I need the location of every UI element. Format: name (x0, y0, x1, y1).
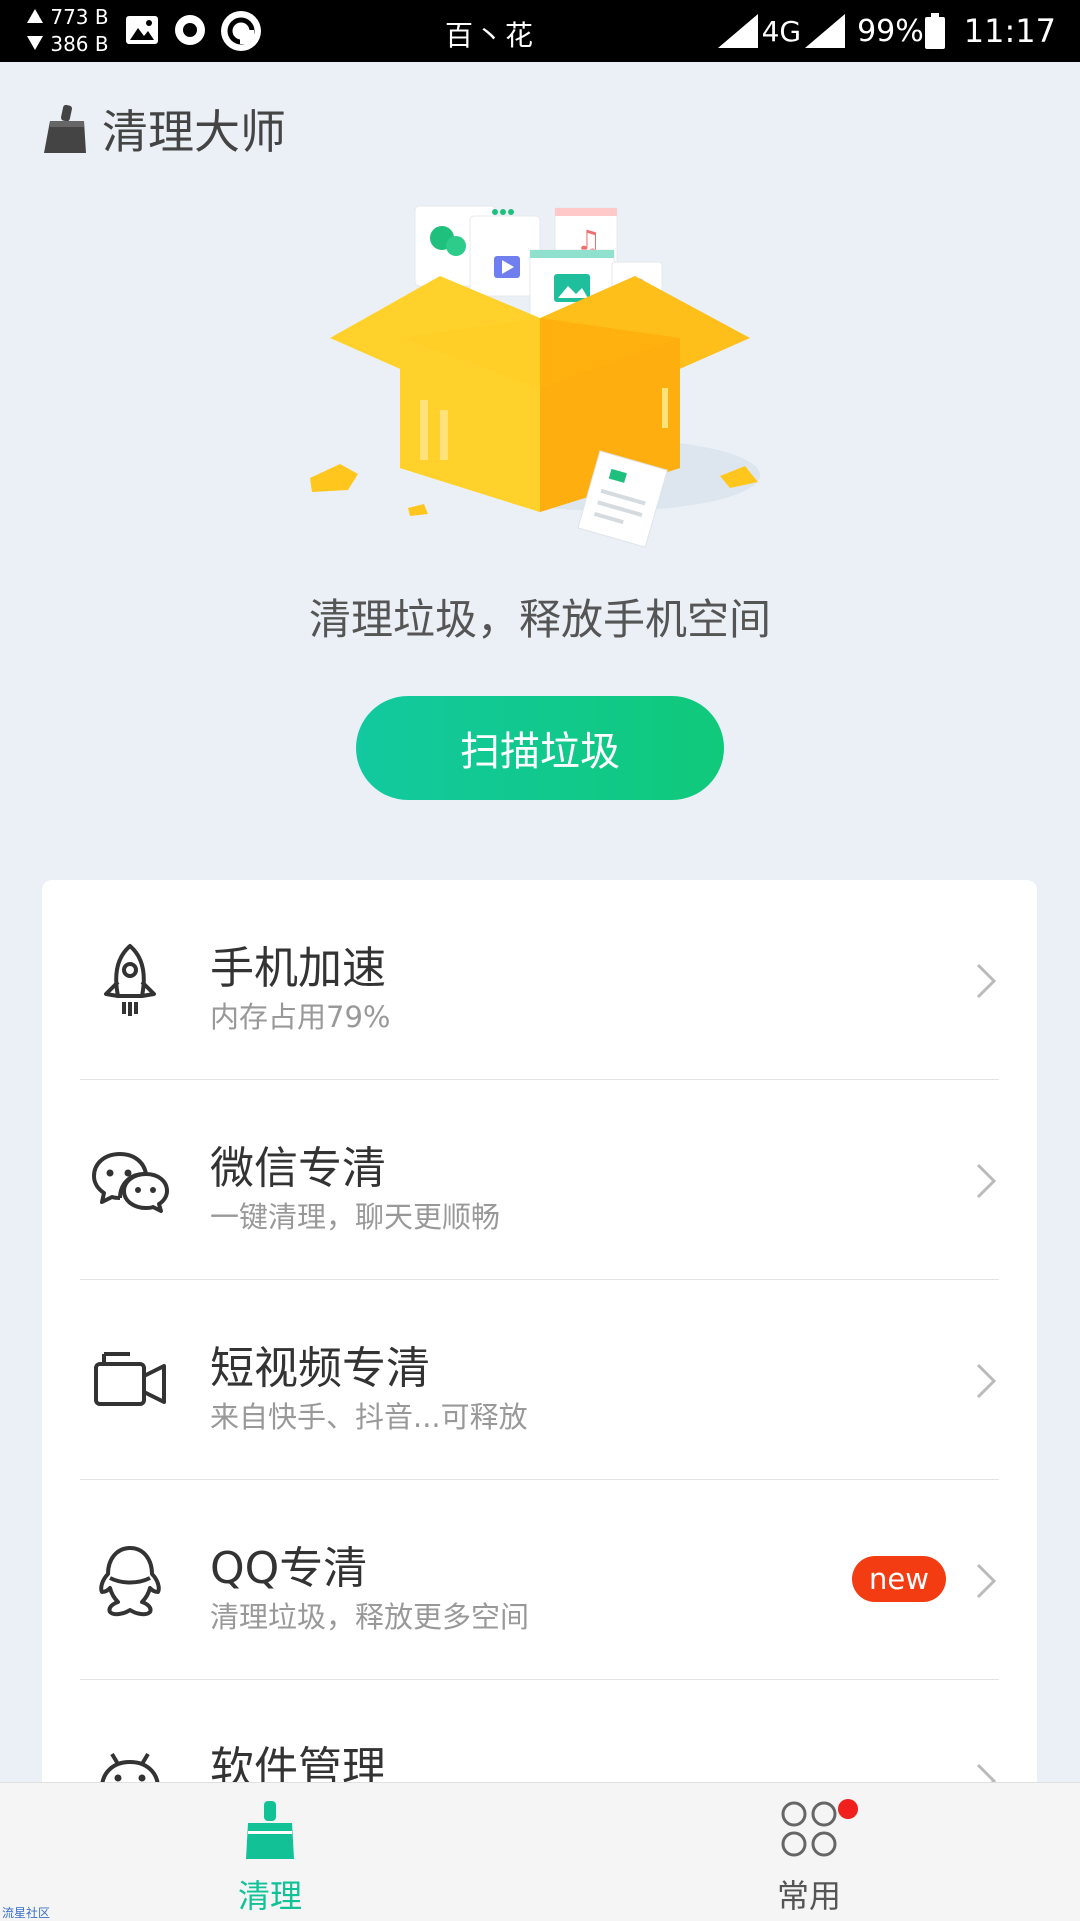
video-camera-icon (94, 1352, 166, 1406)
chevron-right-icon (976, 963, 997, 999)
tab-clean[interactable]: 清理 (170, 1783, 370, 1921)
battery-percent: 99% (857, 13, 924, 49)
broom-icon (44, 104, 86, 153)
status-indicators: 4G 99% 11:17 (717, 10, 1056, 52)
rocket-icon (104, 944, 156, 1016)
down-arrow-icon (27, 36, 43, 50)
tab-common[interactable]: 常用 (709, 1783, 909, 1921)
feature-qq-clean[interactable]: QQ专清 清理垃圾，释放更多空间 new (42, 1480, 1037, 1680)
feature-wechat-clean[interactable]: 微信专清 一键清理，聊天更顺畅 (42, 1080, 1037, 1280)
feature-short-video-clean[interactable]: 短视频专清 来自快手、抖音...可释放 (42, 1280, 1037, 1480)
feature-title: 微信专清 (210, 1143, 386, 1194)
upload-rate: 773 B (50, 5, 109, 29)
broom-icon (246, 1801, 294, 1859)
download-rate: 386 B (50, 32, 109, 56)
refresh-icon (221, 11, 261, 51)
notification-dot (838, 1799, 858, 1819)
chevron-right-icon (976, 1563, 997, 1599)
watermark: 流星社区 (2, 1906, 51, 1920)
status-bar: 773 B 386 B 百丶花 4G 99% 11:17 (0, 0, 1080, 62)
feature-title: QQ专清 (210, 1543, 368, 1594)
feature-subtitle: 内存占用79% (210, 1000, 391, 1034)
network-type: 4G (761, 14, 802, 48)
chevron-right-icon (976, 1163, 997, 1199)
wechat-icon (92, 1152, 169, 1213)
feature-title: 手机加速 (210, 943, 386, 994)
app-title: 清理大师 (102, 105, 286, 159)
tab-label: 清理 (237, 1877, 302, 1915)
battery-icon (924, 13, 945, 49)
image-icon (126, 16, 158, 44)
feature-title: 短视频专清 (210, 1343, 430, 1394)
circle-icon (175, 15, 205, 45)
chevron-right-icon (976, 1363, 997, 1399)
clock: 11:17 (963, 12, 1056, 50)
app-header: 清理大师 (40, 96, 286, 162)
feature-list: 手机加速 内存占用79% 微信专清 一键清理，聊天更顺畅 短视频专清 来自快手、… (42, 880, 1037, 1900)
feature-subtitle: 来自快手、抖音...可释放 (210, 1400, 528, 1434)
feature-subtitle: 一键清理，聊天更顺畅 (210, 1200, 501, 1234)
feature-phone-boost[interactable]: 手机加速 内存占用79% (42, 880, 1037, 1080)
trash-box-illustration: ♫ (310, 205, 760, 548)
signal-icon (805, 14, 846, 48)
tab-label: 常用 (776, 1877, 841, 1915)
new-badge: new (852, 1556, 946, 1602)
carrier-name: 百丶花 (445, 19, 536, 52)
signal-icon (717, 14, 758, 48)
feature-subtitle: 清理垃圾，释放更多空间 (210, 1600, 530, 1634)
apps-grid-icon (781, 1801, 837, 1857)
qq-icon (99, 1546, 161, 1617)
hero-tagline: 清理垃圾，释放手机空间 (308, 595, 771, 644)
network-speed: 773 B 386 B (26, 4, 109, 58)
bottom-navigation: 清理 常用 (0, 1782, 1080, 1921)
up-arrow-icon (27, 9, 43, 23)
scan-junk-button[interactable]: 扫描垃圾 (356, 696, 724, 800)
